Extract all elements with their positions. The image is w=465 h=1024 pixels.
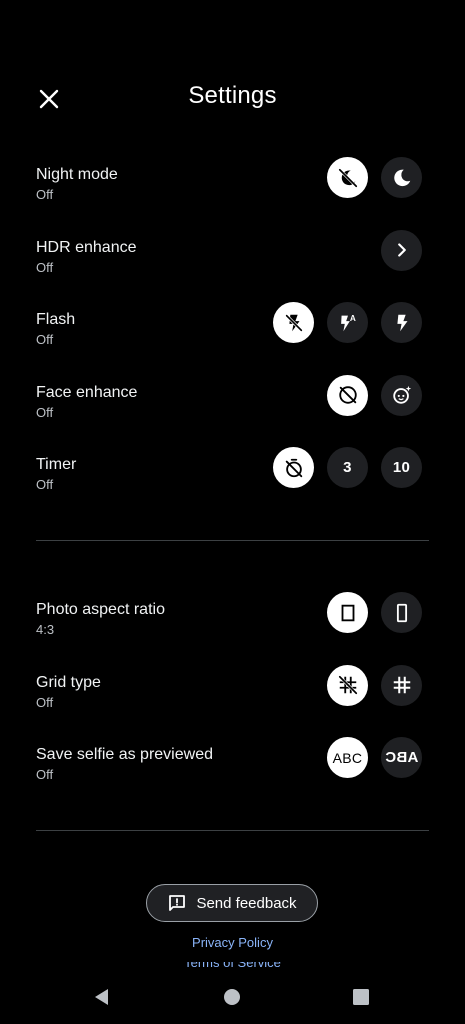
flash-auto-icon: A: [340, 314, 355, 331]
nav-back-button[interactable]: [89, 984, 115, 1010]
setting-value: Off: [36, 332, 54, 347]
back-triangle-icon: [95, 989, 108, 1005]
feedback-icon: [169, 895, 186, 911]
night-mode-on-option[interactable]: [381, 157, 422, 198]
setting-value: Off: [36, 404, 54, 420]
flash-on-option[interactable]: [381, 302, 422, 343]
home-circle-icon: [224, 989, 240, 1005]
terms-of-service-label: Terms of Service: [184, 962, 281, 970]
setting-value: Off: [36, 694, 54, 710]
setting-label: Timer: [36, 456, 77, 473]
send-feedback-label: Send feedback: [196, 894, 297, 912]
selfie-normal-label: ABC: [332, 749, 363, 766]
nav-home-button[interactable]: [219, 984, 245, 1010]
grid-icon: [393, 676, 410, 694]
setting-label: Grid type: [36, 673, 101, 691]
setting-flash: Flash Off A: [0, 302, 465, 375]
nav-recents-button[interactable]: [348, 984, 374, 1010]
secondary-settings: Photo aspect ratio 4:3 Grid type Off Sav…: [0, 592, 465, 810]
flash-off-icon: [285, 314, 302, 331]
setting-face-enhance: Face enhance Off: [0, 374, 465, 448]
setting-label: Flash: [36, 311, 76, 328]
setting-value: Off: [36, 477, 54, 492]
selfie-as-previewed-option[interactable]: ABC: [327, 737, 368, 778]
night-mode-off-option[interactable]: [327, 157, 368, 198]
system-navigation-bar: [0, 970, 465, 1024]
setting-label: Save selfie as previewed: [36, 746, 213, 763]
setting-value: Off: [36, 767, 54, 782]
flash-off-option[interactable]: [273, 302, 314, 343]
recents-square-icon: [353, 989, 369, 1005]
timer-10s-label: 10: [392, 459, 411, 476]
timer-off-option[interactable]: [273, 447, 314, 488]
flash-on-icon: [396, 314, 407, 331]
svg-text:A: A: [349, 314, 355, 323]
privacy-policy-link[interactable]: Privacy Policy: [0, 935, 465, 950]
aspect-wide-icon: [396, 603, 407, 622]
setting-label: Night mode: [36, 166, 118, 183]
setting-timer: Timer Off 3 10: [0, 447, 465, 520]
timer-10s-option[interactable]: 10: [381, 447, 422, 488]
timer-3s-option[interactable]: 3: [327, 447, 368, 488]
chevron-right-icon: [397, 243, 406, 257]
timer-off-icon: [285, 458, 302, 477]
aspect-4-3-icon: [341, 604, 354, 621]
primary-settings: Night mode Off HDR enhance Off Flash Off…: [0, 157, 465, 520]
setting-hdr-enhance: HDR enhance Off: [0, 229, 465, 303]
moon-icon: [393, 169, 410, 186]
night-mode-off-icon: [338, 168, 357, 187]
aspect-4-3-option[interactable]: [327, 592, 368, 633]
setting-value: Off: [36, 187, 54, 202]
send-feedback-button[interactable]: Send feedback: [146, 884, 318, 922]
page-title: Settings: [188, 82, 277, 109]
selfie-mirrored-label: ABC: [384, 749, 419, 766]
face-enhance-off-icon: [338, 386, 357, 404]
selfie-mirrored-option[interactable]: ABC: [381, 737, 422, 778]
grid-on-option[interactable]: [381, 664, 422, 706]
face-enhance-on-option[interactable]: [381, 374, 422, 416]
grid-off-option[interactable]: [327, 664, 368, 706]
setting-grid-type: Grid type Off: [0, 664, 465, 738]
settings-screen: Settings Night mode Off HDR enhance Off …: [0, 0, 465, 1024]
setting-label: Face enhance: [36, 383, 138, 401]
face-enhance-off-option[interactable]: [327, 374, 368, 416]
header: Settings: [0, 70, 465, 126]
setting-label: HDR enhance: [36, 238, 137, 256]
timer-3s-label: 3: [343, 459, 352, 476]
flash-auto-option[interactable]: A: [327, 302, 368, 343]
setting-label: Photo aspect ratio: [36, 601, 165, 618]
setting-value: 4:3: [36, 622, 55, 637]
hdr-enhance-expand-button[interactable]: [381, 229, 422, 271]
divider: [36, 830, 429, 831]
setting-night-mode: Night mode Off: [0, 157, 465, 230]
divider: [36, 540, 429, 541]
face-sparkle-icon: [392, 385, 411, 404]
setting-save-selfie: Save selfie as previewed Off ABC ABC: [0, 737, 465, 810]
aspect-wide-option[interactable]: [381, 592, 422, 633]
setting-photo-aspect-ratio: Photo aspect ratio 4:3: [0, 592, 465, 665]
setting-value: Off: [36, 259, 54, 275]
grid-off-icon: [338, 675, 357, 695]
